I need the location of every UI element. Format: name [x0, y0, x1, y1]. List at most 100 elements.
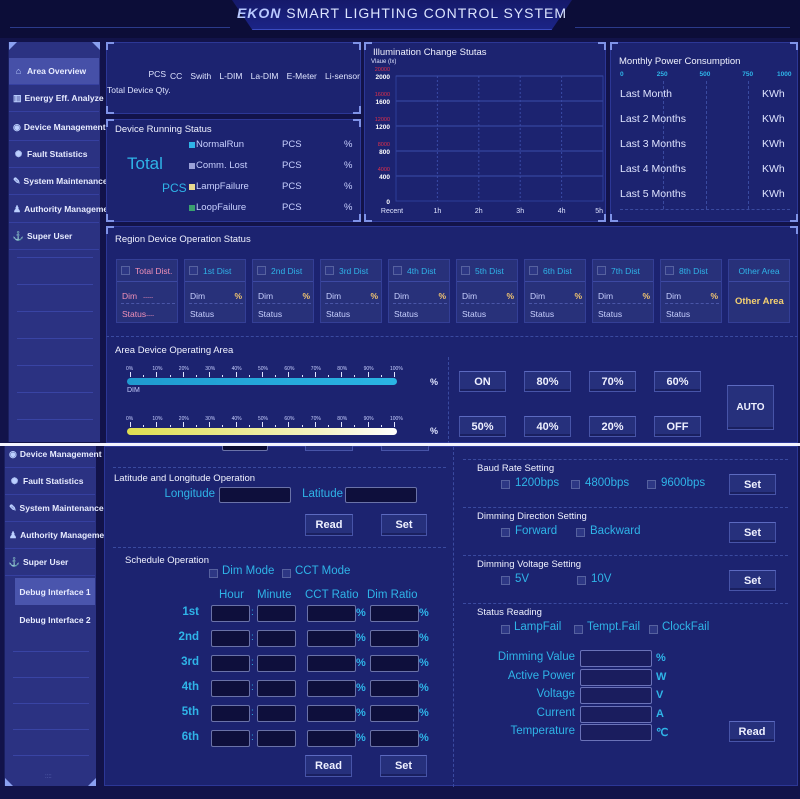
dim-voltage-option-checkbox[interactable] — [501, 576, 510, 585]
dist-checkbox[interactable] — [597, 266, 606, 275]
reading-value[interactable] — [580, 668, 652, 686]
dim-voltage-option-checkbox[interactable] — [577, 576, 586, 585]
dim-direction-option-checkbox[interactable] — [576, 528, 585, 537]
reading-value[interactable] — [580, 687, 652, 704]
scale-minor-tick — [143, 425, 145, 427]
dist-checkbox[interactable] — [529, 266, 538, 275]
dim-ratio-input[interactable] — [370, 680, 419, 697]
sidebar-empty-row — [17, 392, 93, 393]
schedule-row-label: 6th — [181, 731, 199, 743]
sidebar-item-system-maintenance[interactable]: ✎ System Maintenance — [9, 168, 108, 195]
hour-input[interactable] — [211, 730, 250, 747]
minute-input[interactable] — [257, 630, 296, 647]
reading-label: Dimming Value — [497, 651, 575, 663]
dim-level-bar[interactable] — [127, 378, 397, 385]
baud-option-checkbox[interactable] — [501, 480, 510, 489]
sidebar-item-device-management[interactable]: ◉ Device Management — [9, 114, 106, 141]
latlong-read-button[interactable]: Read — [305, 514, 353, 536]
minute-input[interactable] — [257, 655, 296, 672]
sidebar-item-super-user[interactable]: ⚓ Super User — [5, 549, 95, 576]
dim-ratio-input[interactable] — [370, 655, 419, 672]
latitude-input[interactable] — [345, 487, 417, 503]
dim-preset-button-60pct[interactable]: 60% — [654, 371, 701, 392]
dim-preset-button-on[interactable]: ON — [459, 371, 506, 392]
time-colon: : — [251, 682, 254, 693]
cct-ratio-input[interactable] — [307, 680, 356, 697]
dist-checkbox[interactable] — [257, 266, 266, 275]
cutoff-button[interactable] — [381, 446, 429, 451]
hour-input[interactable] — [211, 705, 250, 722]
status-flag-checkbox[interactable] — [649, 625, 658, 634]
hour-input[interactable] — [211, 680, 250, 697]
schedule-read-button[interactable]: Read — [305, 755, 352, 777]
status-label: Status — [666, 309, 691, 319]
dim-preset-button-80pct[interactable]: 80% — [524, 371, 571, 392]
cct-level-bar[interactable] — [127, 428, 397, 435]
sidebar-item-authority-management[interactable]: ♟ Authority Management — [5, 522, 112, 549]
latlong-set-button[interactable]: Set — [381, 514, 427, 536]
sidebar-item-device-management[interactable]: ◉ Device Management — [5, 446, 102, 468]
hour-input[interactable] — [211, 655, 250, 672]
reading-value[interactable] — [580, 705, 652, 723]
sidebar-item-area-overview[interactable]: ⌂ Area Overview — [9, 58, 99, 85]
minute-input[interactable] — [257, 705, 296, 722]
status-flag-checkbox[interactable] — [501, 625, 510, 634]
dist-checkbox[interactable] — [461, 266, 470, 275]
cct-ratio-input[interactable] — [307, 655, 356, 672]
dim-preset-button-off[interactable]: OFF — [654, 416, 701, 437]
baud-set-button[interactable]: Set — [729, 474, 776, 495]
sidebar-item-authority-management[interactable]: ♟ Authority Management — [9, 196, 116, 223]
dist-checkbox[interactable] — [393, 266, 402, 275]
sidebar-item-super-user[interactable]: ⚓ Super User — [9, 223, 99, 250]
sidebar-item-fault-statistics[interactable]: ✺ Fault Statistics — [9, 141, 99, 168]
sidebar-item-system-maintenance[interactable]: ✎ System Maintenance — [5, 495, 104, 522]
dist-checkbox[interactable] — [665, 266, 674, 275]
cct-mode-checkbox[interactable] — [282, 569, 291, 578]
cct-ratio-input[interactable] — [307, 605, 356, 622]
cct-ratio-input[interactable] — [307, 630, 356, 647]
dim-direction-set-button[interactable]: Set — [729, 522, 776, 543]
schedule-set-button[interactable]: Set — [380, 755, 427, 777]
dim-ratio-input[interactable] — [370, 705, 419, 722]
sidebar-item-fault-statistics[interactable]: ✺ Fault Statistics — [5, 468, 95, 495]
longitude-input[interactable] — [219, 487, 291, 503]
dim-direction-option-label: Forward — [515, 525, 558, 537]
minute-input[interactable] — [257, 605, 296, 622]
sidebar-subitem-debug-interface-2[interactable]: Debug Interface 2 — [15, 606, 95, 633]
hour-input[interactable] — [211, 630, 250, 647]
baud-option-checkbox[interactable] — [647, 480, 656, 489]
dim-voltage-option-label: 10V — [591, 573, 612, 585]
sidebar-item-label: Fault Statistics — [23, 476, 84, 486]
reading-value[interactable] — [580, 724, 652, 741]
cct-ratio-input[interactable] — [307, 730, 356, 747]
sidebar-item-energy-eff-analyze[interactable]: ▥ Energy Eff. Analyze — [9, 85, 104, 112]
dim-mode-checkbox[interactable] — [209, 569, 218, 578]
dim-preset-button-70pct[interactable]: 70% — [589, 371, 636, 392]
total-dist-checkbox[interactable] — [121, 266, 130, 275]
y-tick-label: 800 — [379, 149, 390, 156]
dist-checkbox[interactable] — [325, 266, 334, 275]
baud-option-checkbox[interactable] — [571, 480, 580, 489]
dim-preset-button-40pct[interactable]: 40% — [524, 416, 571, 437]
minute-input[interactable] — [257, 730, 296, 747]
cutoff-button[interactable] — [305, 446, 353, 451]
auto-button[interactable]: AUTO — [727, 385, 774, 430]
dim-direction-option-checkbox[interactable] — [501, 528, 510, 537]
reading-value[interactable] — [580, 650, 652, 667]
cutoff-input[interactable] — [222, 446, 268, 451]
dim-ratio-input[interactable] — [370, 630, 419, 647]
dim-voltage-set-button[interactable]: Set — [729, 570, 776, 591]
scroll-grip-icon[interactable]: :::: — [45, 774, 52, 780]
dim-preset-button-20pct[interactable]: 20% — [589, 416, 636, 437]
dist-checkbox[interactable] — [189, 266, 198, 275]
dim-ratio-input[interactable] — [370, 730, 419, 747]
hour-input[interactable] — [211, 605, 250, 622]
status-flag-checkbox[interactable] — [574, 625, 583, 634]
status-read-button[interactable]: Read — [729, 721, 775, 742]
minute-input[interactable] — [257, 680, 296, 697]
cct-ratio-input[interactable] — [307, 705, 356, 722]
sidebar-subitem-debug-interface-1[interactable]: Debug Interface 1 — [15, 578, 95, 605]
dim-ratio-input[interactable] — [370, 605, 419, 622]
device-qty-panel: PCS Total Device Qty. CC Swith L-DIM La-DIM… — [106, 42, 361, 114]
dim-preset-button-50pct[interactable]: 50% — [459, 416, 506, 437]
